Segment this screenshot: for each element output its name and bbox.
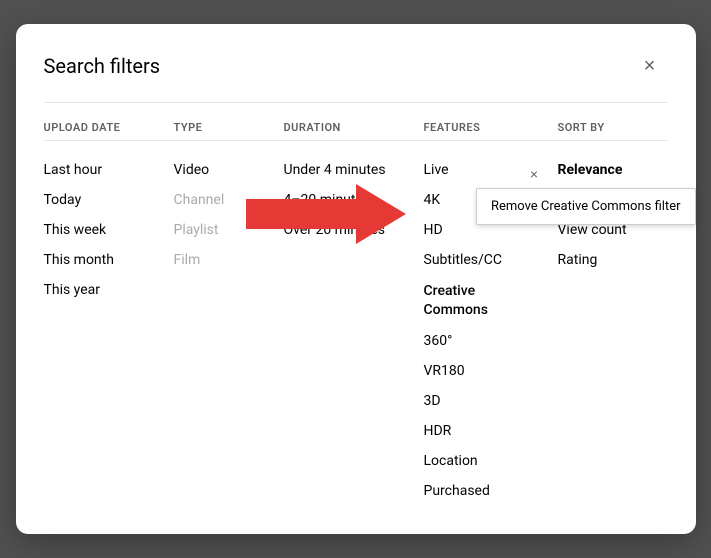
sort-by-header: SORT BY	[558, 121, 668, 141]
upload-date-header: UPLOAD DATE	[44, 121, 174, 141]
filter-rating[interactable]: Rating	[558, 245, 668, 275]
filter-film: Film	[174, 245, 284, 275]
modal-header: Search filters ×	[44, 48, 668, 84]
modal-title: Search filters	[44, 54, 161, 78]
upload-date-column: UPLOAD DATE Last hour Today This week Th…	[44, 121, 174, 505]
filter-this-month[interactable]: This month	[44, 245, 174, 275]
filter-this-year[interactable]: This year	[44, 275, 174, 305]
duration-column: DURATION Under 4 minutes 4–20 minutes Ov…	[284, 121, 424, 505]
filter-vr180[interactable]: VR180	[424, 356, 558, 386]
filter-under-4[interactable]: Under 4 minutes	[284, 155, 424, 185]
features-header: FEATURES	[424, 121, 558, 141]
filter-last-hour[interactable]: Last hour	[44, 155, 174, 185]
type-header: TYPE	[174, 121, 284, 141]
filter-today[interactable]: Today	[44, 185, 174, 215]
filter-3d[interactable]: 3D	[424, 386, 558, 416]
filter-location[interactable]: Location	[424, 446, 558, 476]
type-column: TYPE Video Channel Playlist Film	[174, 121, 284, 505]
header-divider	[44, 102, 668, 103]
filter-this-week[interactable]: This week	[44, 215, 174, 245]
filter-4-20[interactable]: 4–20 minutes	[284, 185, 424, 215]
filter-creative-commons[interactable]: CreativeCommons	[424, 282, 488, 318]
filter-subtitles[interactable]: Subtitles/CC	[424, 245, 558, 275]
filter-playlist: Playlist	[174, 215, 284, 245]
filter-purchased[interactable]: Purchased	[424, 476, 558, 506]
filter-channel: Channel	[174, 185, 284, 215]
filter-over-20[interactable]: Over 20 minutes	[284, 215, 424, 245]
search-filters-modal: Search filters × UPLOAD DATE Last hour T…	[16, 24, 696, 533]
filter-video[interactable]: Video	[174, 155, 284, 185]
creative-commons-tooltip: × Remove Creative Commons filter	[476, 172, 696, 225]
modal-close-button[interactable]: ×	[632, 48, 668, 84]
tooltip-close-button[interactable]: ×	[524, 164, 544, 184]
tooltip-text[interactable]: Remove Creative Commons filter	[476, 188, 696, 225]
filter-360[interactable]: 360°	[424, 326, 558, 356]
filter-creative-commons-row[interactable]: CreativeCommons	[424, 275, 558, 325]
filter-hdr[interactable]: HDR	[424, 416, 558, 446]
duration-header: DURATION	[284, 121, 424, 141]
